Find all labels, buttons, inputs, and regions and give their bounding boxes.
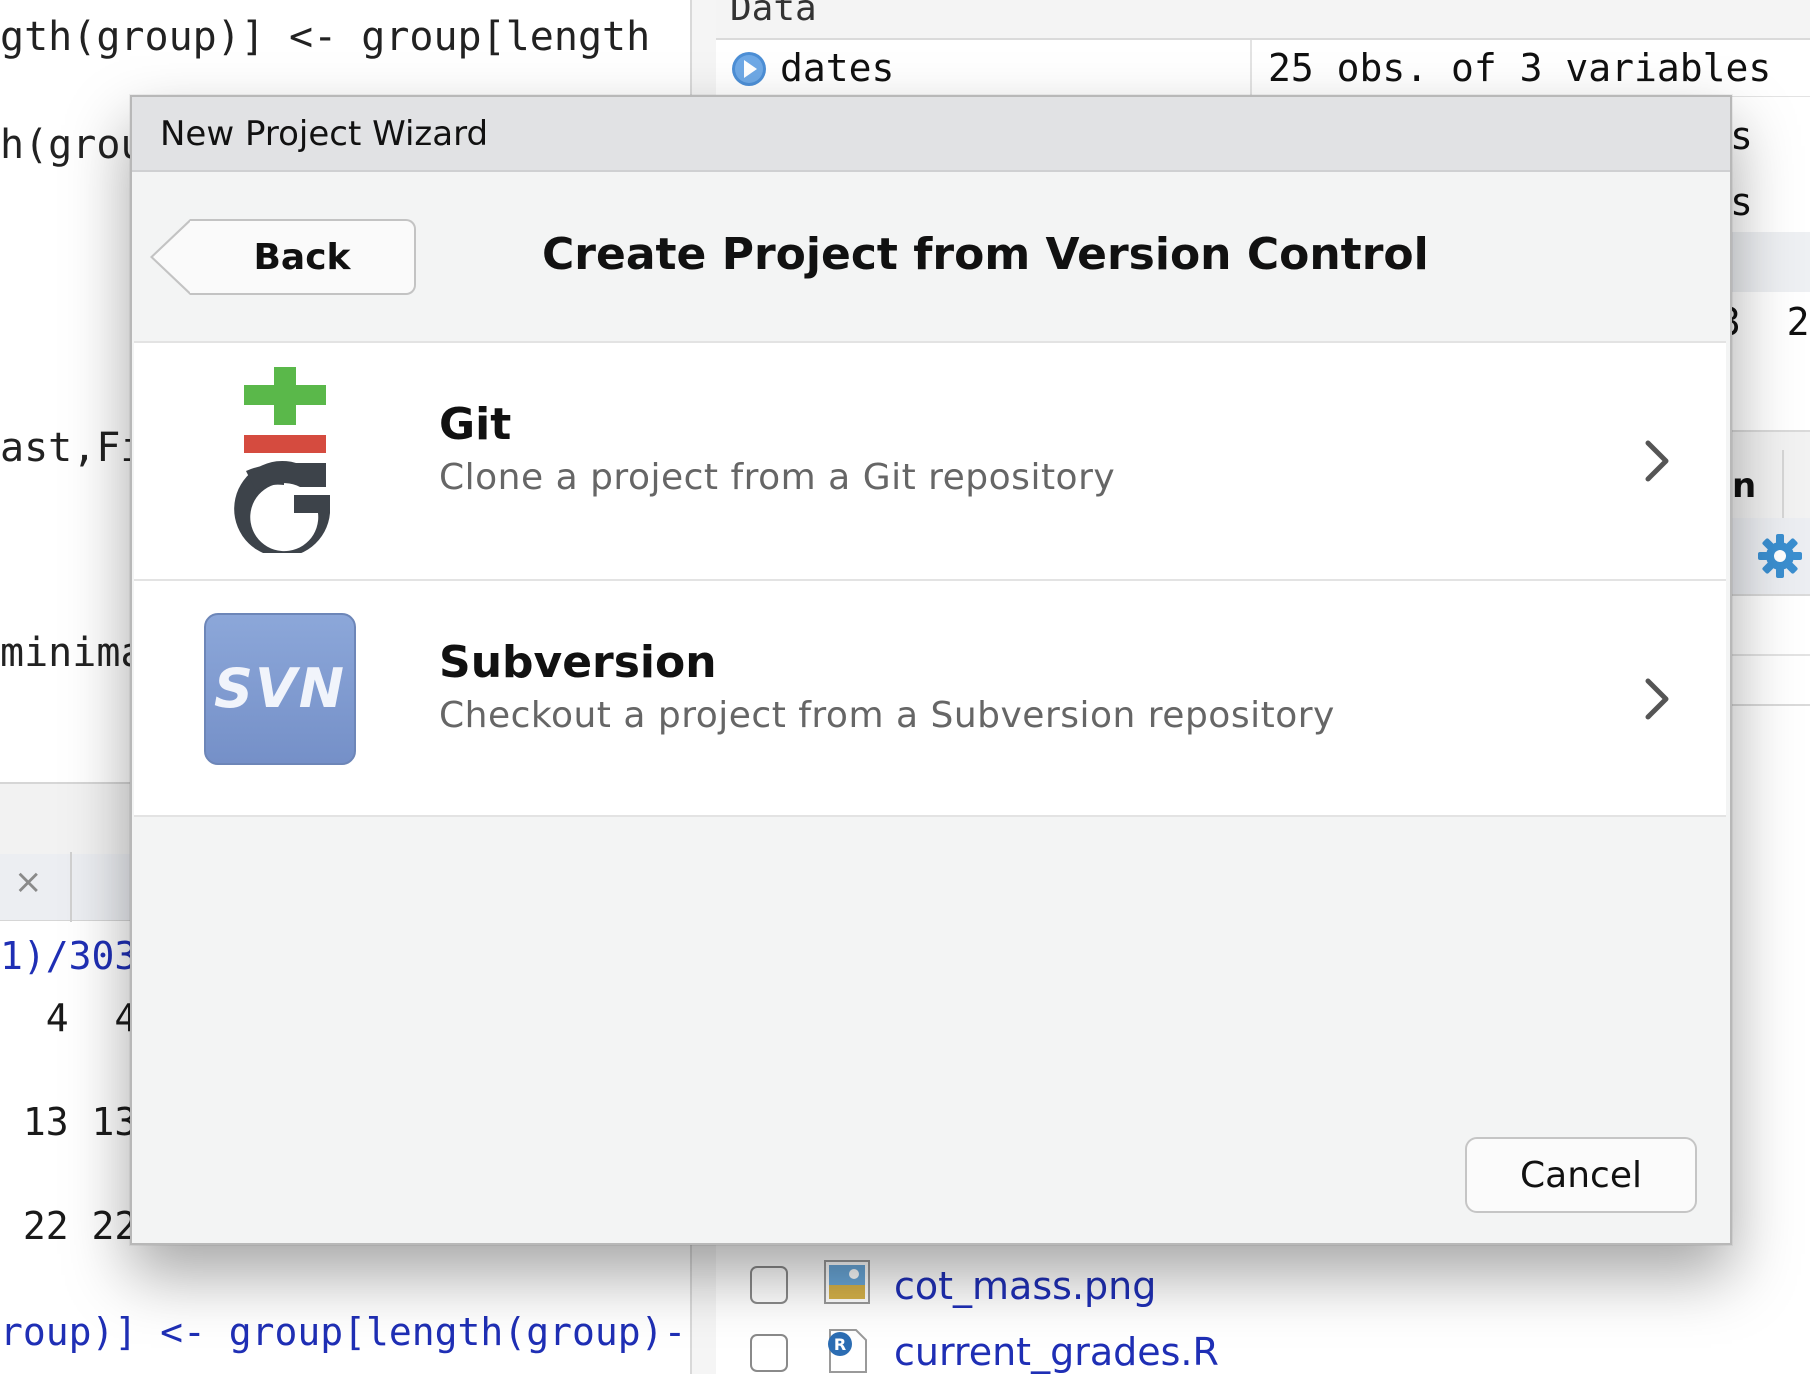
editor-line: gth(group)] <- group[length (0, 14, 651, 60)
svn-logo-text: SVN (214, 657, 346, 720)
back-button-label: Back (253, 237, 351, 278)
env-row-name: dates (780, 46, 895, 90)
console-line: 13 13 (0, 1100, 138, 1144)
image-file-icon (824, 1260, 870, 1304)
file-link[interactable]: cot_mass.png (894, 1264, 1156, 1308)
file-link[interactable]: current_grades.R (894, 1330, 1219, 1374)
option-description: Clone a project from a Git repository (439, 457, 1116, 498)
new-project-wizard-dialog: New Project Wizard Back Create Project f… (130, 95, 1732, 1245)
back-button[interactable]: Back (150, 219, 416, 295)
option-title: Git (439, 399, 512, 450)
page-heading: Create Project from Version Control (542, 229, 1429, 280)
option-git[interactable]: Git Clone a project from a Git repositor… (134, 341, 1726, 579)
git-logo-icon (234, 367, 330, 553)
option-description: Checkout a project from a Subversion rep… (439, 695, 1335, 736)
env-row-value: s (1730, 114, 1753, 158)
close-icon[interactable]: × (14, 862, 43, 902)
svg-text:R: R (834, 1335, 846, 1354)
env-row-value: 25 obs. of 3 variables (1268, 46, 1772, 90)
env-section-header: Data (730, 0, 817, 29)
svn-logo-icon: SVN (204, 613, 356, 765)
dialog-title: New Project Wizard (160, 114, 489, 154)
r-file-icon: R (828, 1329, 867, 1373)
cancel-button[interactable]: Cancel (1465, 1137, 1697, 1213)
console-line: roup)] <- group[length(group)- (0, 1310, 687, 1354)
gear-icon[interactable] (1756, 532, 1804, 580)
cancel-button-label: Cancel (1520, 1155, 1642, 1196)
console-line: 4 4 (0, 996, 138, 1040)
chevron-right-icon (1645, 440, 1669, 482)
option-title: Subversion (439, 637, 717, 688)
console-line: 22 22 (0, 1204, 138, 1248)
dialog-titlebar: New Project Wizard (132, 97, 1730, 172)
expand-arrow-icon[interactable] (730, 50, 768, 88)
chevron-right-icon (1645, 678, 1669, 720)
file-checkbox[interactable] (750, 1266, 788, 1304)
files-tab[interactable]: n (1732, 466, 1756, 506)
env-row-value: s (1730, 180, 1753, 224)
option-subversion[interactable]: SVN Subversion Checkout a project from a… (134, 579, 1726, 817)
file-checkbox[interactable] (750, 1334, 788, 1372)
